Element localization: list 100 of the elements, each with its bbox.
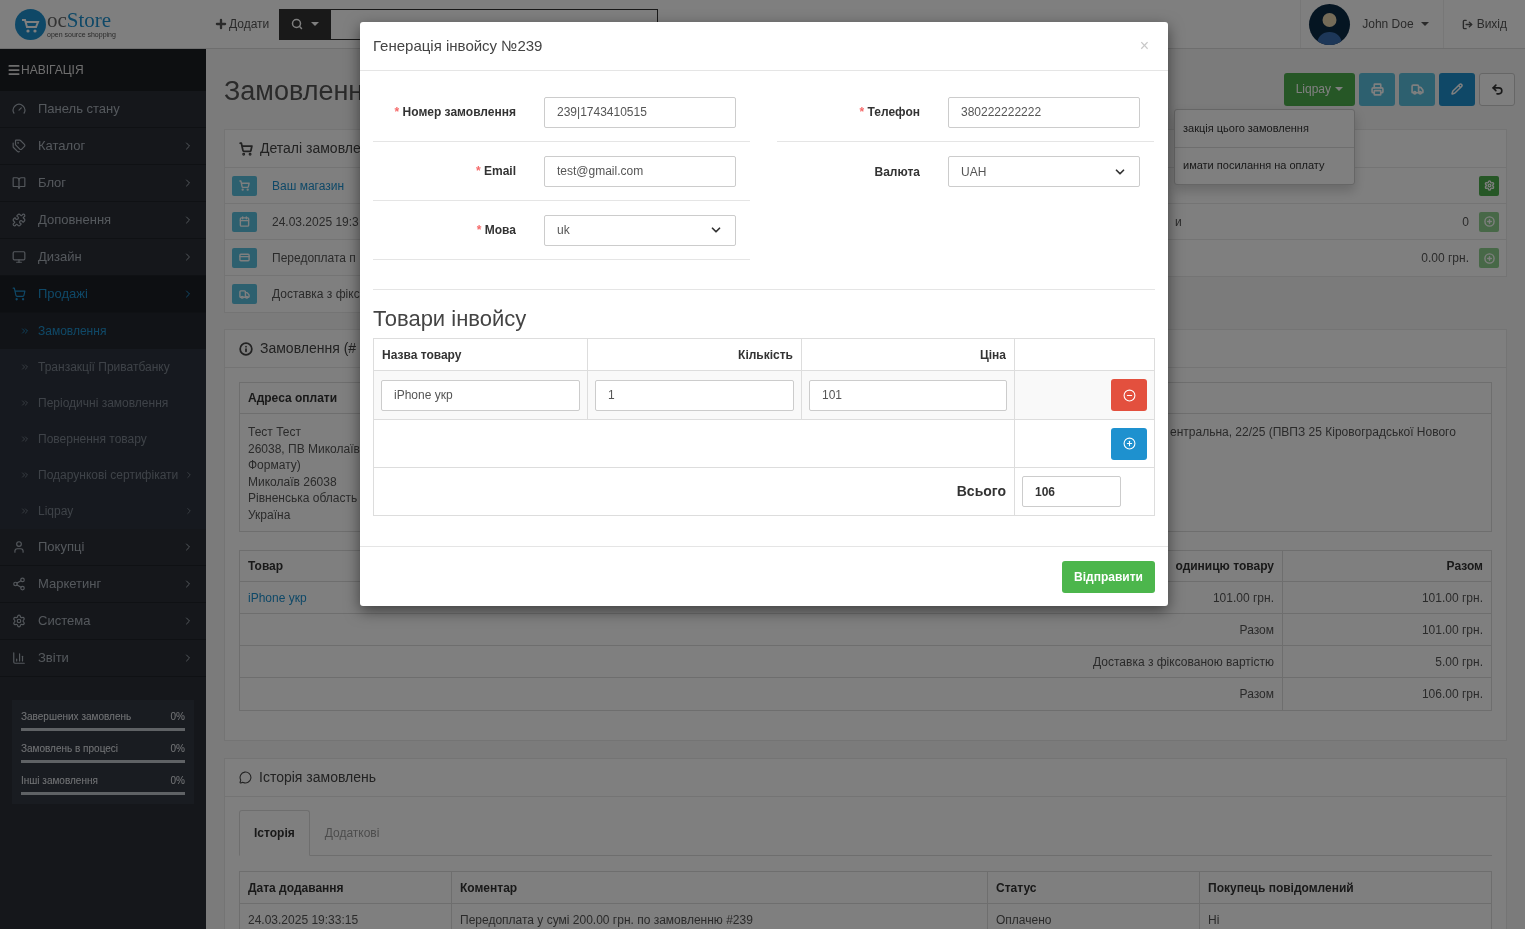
minus-circle-icon bbox=[1122, 388, 1136, 402]
nav-item[interactable]: Доповнення bbox=[0, 202, 206, 239]
stat-value: 0% bbox=[170, 774, 185, 788]
option-value: 0 bbox=[1462, 213, 1469, 231]
logout-link[interactable]: Вихід bbox=[1461, 15, 1507, 33]
address-line: 26038, ПВ Миколаїв bbox=[248, 440, 360, 457]
add-button[interactable] bbox=[1111, 427, 1147, 460]
field-label: Валюта bbox=[873, 163, 920, 181]
nav-item[interactable]: Система bbox=[0, 603, 206, 640]
caret-icon bbox=[310, 22, 319, 26]
detail-text: Передоплата п bbox=[272, 249, 356, 267]
nav-subitem[interactable]: Замовлення bbox=[0, 313, 206, 349]
comment-icon bbox=[239, 771, 252, 784]
tags-icon bbox=[12, 139, 26, 153]
bar-chart-icon bbox=[12, 651, 26, 665]
nav-item[interactable]: Продажі bbox=[0, 276, 206, 313]
address-line: Україна bbox=[248, 506, 291, 523]
table-cell-text: Доставка з фіксованою вартістю bbox=[1093, 653, 1274, 671]
printer-icon bbox=[1370, 82, 1384, 96]
menu-item[interactable]: закція цього замовлення bbox=[1175, 109, 1354, 147]
settings-button[interactable] bbox=[1479, 175, 1499, 196]
add-button[interactable] bbox=[1479, 248, 1499, 268]
address-line: Рівненська область bbox=[248, 490, 358, 507]
column-header: Разом bbox=[1446, 558, 1483, 575]
panel-title: Історія замовлень bbox=[259, 768, 376, 787]
remove-button[interactable] bbox=[1111, 379, 1147, 411]
column-header: Коментар bbox=[460, 879, 518, 897]
section-heading: Товари інвойсу bbox=[373, 305, 527, 333]
quantity-field[interactable]: 1 bbox=[595, 379, 794, 411]
field-label: * Номер замовлення bbox=[393, 104, 516, 121]
print-button[interactable] bbox=[1359, 72, 1395, 106]
card-icon bbox=[232, 247, 257, 268]
nav-item[interactable]: Панель стану bbox=[0, 91, 206, 128]
menu-item[interactable]: имати посилання на оплату bbox=[1175, 146, 1354, 184]
truck-icon bbox=[1410, 82, 1424, 96]
text-field[interactable]: 380222222222 bbox=[948, 96, 1140, 128]
truck-icon bbox=[232, 284, 257, 304]
text-field[interactable]: 239|1743410515 bbox=[544, 96, 736, 128]
monitor-icon bbox=[12, 250, 26, 264]
nav-item[interactable]: Блог bbox=[0, 165, 206, 202]
share-icon bbox=[12, 577, 26, 591]
price-field[interactable]: 101 bbox=[809, 379, 1007, 411]
cart-icon bbox=[239, 141, 253, 156]
field-label: * Телефон bbox=[858, 104, 920, 121]
shipping-button[interactable] bbox=[1399, 72, 1435, 106]
user-menu[interactable]: John Doe bbox=[1362, 15, 1435, 33]
table-cell-text: 106.00 грн. bbox=[1421, 686, 1483, 703]
store-link[interactable]: Ваш магазин bbox=[272, 176, 345, 195]
total-field[interactable]: 106 bbox=[1022, 476, 1121, 507]
table-cell-text: 24.03.2025 19:33:15 bbox=[248, 912, 359, 929]
column-header: Кількість bbox=[738, 346, 793, 364]
user-icon bbox=[12, 540, 26, 554]
double-chevron-icon bbox=[20, 326, 30, 336]
panel-title: Замовлення (# bbox=[260, 339, 357, 358]
send-button[interactable]: Відправити bbox=[1062, 560, 1155, 593]
column-header: Назва товару bbox=[382, 346, 462, 364]
table-cell-text: Оплачено bbox=[996, 912, 1052, 929]
logout-icon bbox=[1461, 18, 1473, 30]
plus-circle-icon bbox=[1122, 437, 1136, 450]
search-icon bbox=[290, 18, 303, 30]
back-button[interactable] bbox=[1479, 72, 1515, 106]
pencil-icon bbox=[1451, 83, 1463, 95]
table-cell-text: Ні bbox=[1208, 912, 1220, 929]
logo-text: Store bbox=[66, 10, 112, 31]
table-cell-text: Разом bbox=[1239, 686, 1274, 703]
product-link[interactable]: iPhone укр bbox=[248, 588, 307, 607]
address-line: Тест Тест bbox=[248, 424, 301, 441]
table-cell-text: 101.00 грн. bbox=[1421, 589, 1483, 607]
address-line: ентральна, 22/25 (ПВПЗ 25 Кіровоградської Нового bbox=[1170, 425, 1456, 439]
calendar-icon bbox=[232, 211, 257, 232]
chevron-icon bbox=[184, 506, 194, 516]
add-button[interactable] bbox=[1479, 211, 1499, 232]
field-label: * Email bbox=[474, 163, 516, 180]
nav-item[interactable]: Маркетинг bbox=[0, 566, 206, 603]
edit-button[interactable] bbox=[1439, 72, 1475, 106]
stat-label: Замовлень в процесі bbox=[21, 742, 119, 756]
info-icon bbox=[239, 341, 253, 356]
option-label: и bbox=[1175, 213, 1182, 231]
column-header: Дата додавання bbox=[248, 879, 344, 897]
book-icon bbox=[12, 176, 26, 190]
nav-item[interactable]: Покупці bbox=[0, 529, 206, 566]
search-button[interactable] bbox=[279, 8, 331, 40]
table-cell-text: 5.00 грн. bbox=[1435, 653, 1483, 671]
avatar[interactable] bbox=[1309, 3, 1351, 45]
text-field[interactable]: test@gmail.com bbox=[544, 155, 736, 187]
product-name-field[interactable]: iPhone укр bbox=[381, 379, 580, 411]
gauge-icon bbox=[12, 102, 26, 116]
liqpay-button[interactable]: Liqpay bbox=[1283, 72, 1355, 106]
close-button[interactable]: × bbox=[1139, 38, 1155, 54]
caret-icon bbox=[1335, 87, 1343, 91]
select-field[interactable]: UAH bbox=[948, 156, 1140, 187]
logo-text: oc bbox=[47, 10, 67, 31]
nav-item[interactable]: Звіти bbox=[0, 640, 206, 677]
reply-arrow-icon bbox=[1490, 82, 1504, 96]
nav-item[interactable]: Каталог bbox=[0, 128, 206, 165]
tab[interactable]: Історія bbox=[239, 810, 310, 856]
add-button[interactable]: Додати bbox=[214, 15, 270, 33]
select-field[interactable]: uk bbox=[544, 214, 736, 246]
stat-label: Завершених замовлень bbox=[21, 710, 132, 724]
dialog-title: Генерація інвойсу №239 bbox=[373, 35, 543, 56]
